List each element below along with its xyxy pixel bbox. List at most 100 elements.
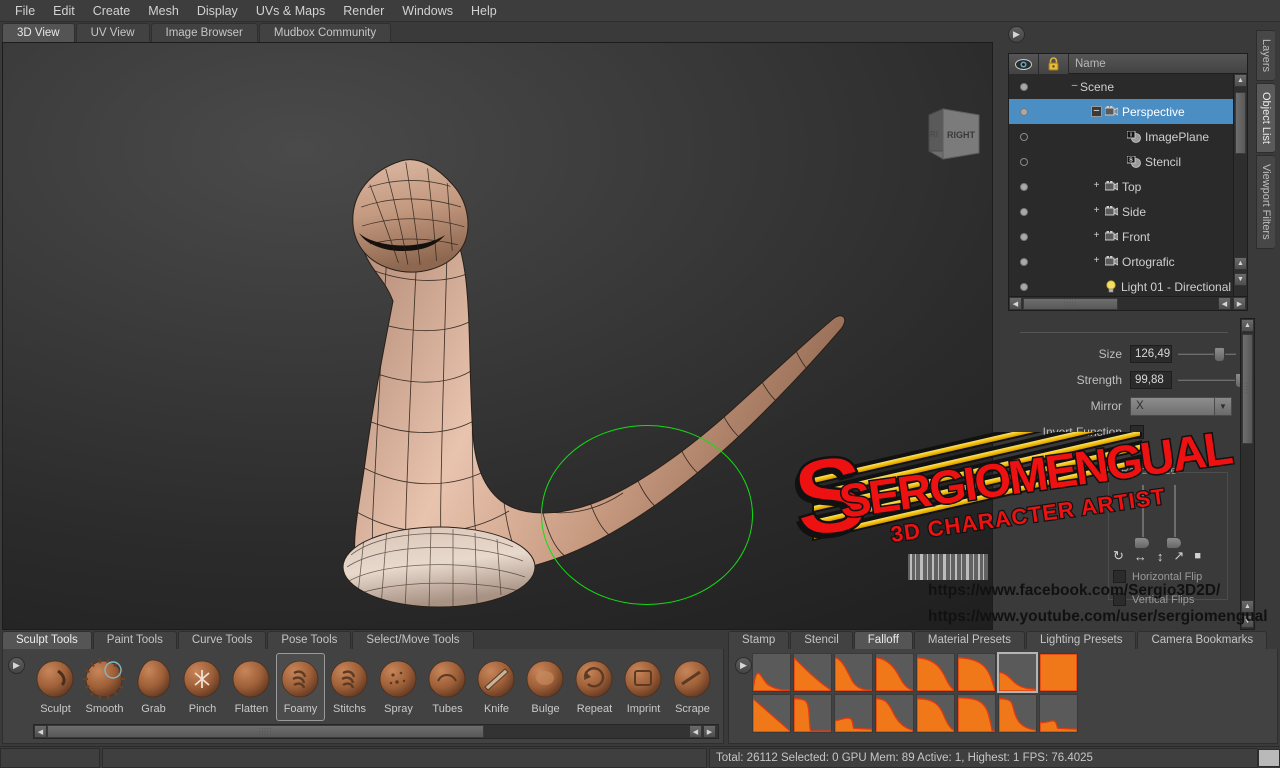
tool-button-tubes[interactable]: Tubes [423,653,472,721]
visibility-toggle-icon[interactable] [1009,207,1039,216]
tool-button-grab[interactable]: Grab [129,653,178,721]
vertical-tab-layers[interactable]: Layers [1256,30,1275,82]
vertical-flip-checkbox[interactable] [1113,593,1126,606]
menu-item-windows[interactable]: Windows [393,2,462,20]
object-list-row[interactable]: + Side [1009,199,1233,224]
falloff-preset-8[interactable] [752,694,791,733]
visibility-toggle-icon[interactable] [1009,282,1039,291]
visibility-toggle-icon[interactable] [1009,107,1039,116]
status-color-swatch[interactable] [1258,748,1280,767]
falloff-preset-15[interactable] [1039,694,1078,733]
randomize-slider-1[interactable] [1134,485,1150,549]
size-input[interactable]: 126,49 [1130,345,1172,363]
chevron-down-icon[interactable]: ▼ [1214,397,1231,415]
expand-icon[interactable]: + [1091,181,1102,192]
tab-uv-view[interactable]: UV View [75,23,150,42]
eye-icon[interactable] [1009,54,1039,74]
menu-item-file[interactable]: File [6,2,44,20]
tab-image-browser[interactable]: Image Browser [150,23,258,42]
props-scroll-up-icon[interactable]: ▲ [1241,319,1254,332]
object-list-row[interactable]: I ImagePlane [1009,124,1233,149]
randomize-slider-2[interactable] [1166,485,1182,549]
strength-input[interactable]: 99,88 [1130,371,1172,389]
tool-tab-curve-tools[interactable]: Curve Tools [177,631,267,649]
tool-tab-sculpt-tools[interactable]: Sculpt Tools [2,631,92,649]
tool-button-sculpt[interactable]: Sculpt [31,653,80,721]
tool-button-stitchs[interactable]: Stitchs [325,653,374,721]
falloff-preset-5[interactable] [957,653,996,692]
preset-tray-expand-arrow-icon[interactable]: ▶ [735,657,752,674]
hscroll-next-icon[interactable]: ▶ [1233,297,1246,310]
object-list-row[interactable]: + Ortografic [1009,249,1233,274]
object-list-panel[interactable]: Name – Scene − Perspective I ImagePlane S Stenc… [1008,53,1248,311]
tool-button-pinch[interactable]: Pinch [178,653,227,721]
tray-scroll-thumb[interactable]: ::::::::::::::: [47,725,484,738]
menu-item-mesh[interactable]: Mesh [139,2,188,20]
tray-scroll-prev-icon[interactable]: ◀ [689,725,702,738]
menu-item-edit[interactable]: Edit [44,2,84,20]
falloff-preset-14[interactable] [998,694,1037,733]
menu-item-help[interactable]: Help [462,2,506,20]
props-scroll-thumb[interactable]: ::::::::: [1242,334,1253,444]
object-list-row[interactable]: Light 01 - Directional [1009,274,1233,296]
scroll-thumb[interactable] [1235,92,1246,154]
tool-button-imprint[interactable]: Imprint [619,653,668,721]
horizontal-arrows-icon[interactable]: ↔ [1134,549,1147,564]
scroll-step-up-icon[interactable]: ▲ [1234,257,1247,270]
object-list-rows[interactable]: – Scene − Perspective I ImagePlane S Stencil + To… [1009,74,1233,296]
vertical-arrows-icon[interactable]: ↕ [1157,549,1164,564]
tab-3d-view[interactable]: 3D View [2,23,75,42]
preset-tab-falloff[interactable]: Falloff [853,631,913,649]
viewcube[interactable]: RIGHT RI [921,105,983,163]
menu-item-display[interactable]: Display [188,2,247,20]
visibility-toggle-icon[interactable] [1009,257,1039,266]
tool-button-smooth[interactable]: Smooth [80,653,129,721]
object-list-row[interactable]: + Front [1009,224,1233,249]
object-list-row[interactable]: S Stencil [1009,149,1233,174]
tool-tab-pose-tools[interactable]: Pose Tools [267,631,352,649]
invert-function-checkbox[interactable] [1130,425,1144,439]
expand-icon[interactable]: ↗ [1173,548,1184,564]
scroll-step-down-icon[interactable]: ▼ [1234,273,1247,286]
falloff-preset-10[interactable] [834,694,873,733]
menu-item-uvs-maps[interactable]: UVs & Maps [247,2,334,20]
falloff-preset-4[interactable] [916,653,955,692]
expand-icon[interactable]: + [1091,256,1102,267]
tool-button-spray[interactable]: Spray [374,653,423,721]
object-list-row[interactable]: – Scene [1009,74,1233,99]
tool-button-bulge[interactable]: Bulge [521,653,570,721]
falloff-preset-9[interactable] [793,694,832,733]
falloff-preset-2[interactable] [834,653,873,692]
tab-mudbox-community[interactable]: Mudbox Community [258,23,392,42]
tray-scroll-left-icon[interactable]: ◀ [34,725,47,738]
visibility-toggle-icon[interactable] [1009,82,1039,91]
tool-tray-expand-arrow-icon[interactable]: ▶ [8,657,25,674]
visibility-toggle-icon[interactable] [1009,157,1039,166]
props-scroll-step-up-icon[interactable]: ▲ [1241,600,1254,613]
tool-tab-paint-tools[interactable]: Paint Tools [92,631,177,649]
visibility-toggle-icon[interactable] [1009,232,1039,241]
properties-vertical-scrollbar[interactable]: ▲ ::::::::: ▲ ▼ [1240,318,1255,630]
object-list-row[interactable]: + Top [1009,174,1233,199]
object-list-horizontal-scrollbar[interactable]: ◀ :::::::::: ◀ ▶ [1009,296,1247,310]
rotate-icon[interactable]: ↻ [1113,548,1124,564]
menu-item-render[interactable]: Render [334,2,393,20]
horizontal-flip-checkbox[interactable] [1113,570,1126,583]
tool-button-knife[interactable]: Knife [472,653,521,721]
mirror-dropdown[interactable]: X ▼ [1130,396,1232,416]
vertical-tab-viewport-filters[interactable]: Viewport Filters [1256,155,1275,249]
tool-tab-select-move-tools[interactable]: Select/Move Tools [352,631,474,649]
size-slider[interactable] [1178,345,1240,363]
stop-icon[interactable]: ■ [1194,550,1201,562]
strength-slider[interactable] [1178,371,1247,389]
falloff-preset-13[interactable] [957,694,996,733]
preset-tab-lighting-presets[interactable]: Lighting Presets [1025,631,1137,649]
hscroll-left-icon[interactable]: ◀ [1009,297,1022,310]
lock-icon[interactable] [1039,54,1069,74]
falloff-preset-1[interactable] [793,653,832,692]
tray-scroll-next-icon[interactable]: ▶ [703,725,716,738]
scroll-up-icon[interactable]: ▲ [1234,74,1247,87]
falloff-preset-6[interactable] [997,652,1038,693]
tool-button-scrape[interactable]: Scrape [668,653,717,721]
falloff-preset-11[interactable] [875,694,914,733]
